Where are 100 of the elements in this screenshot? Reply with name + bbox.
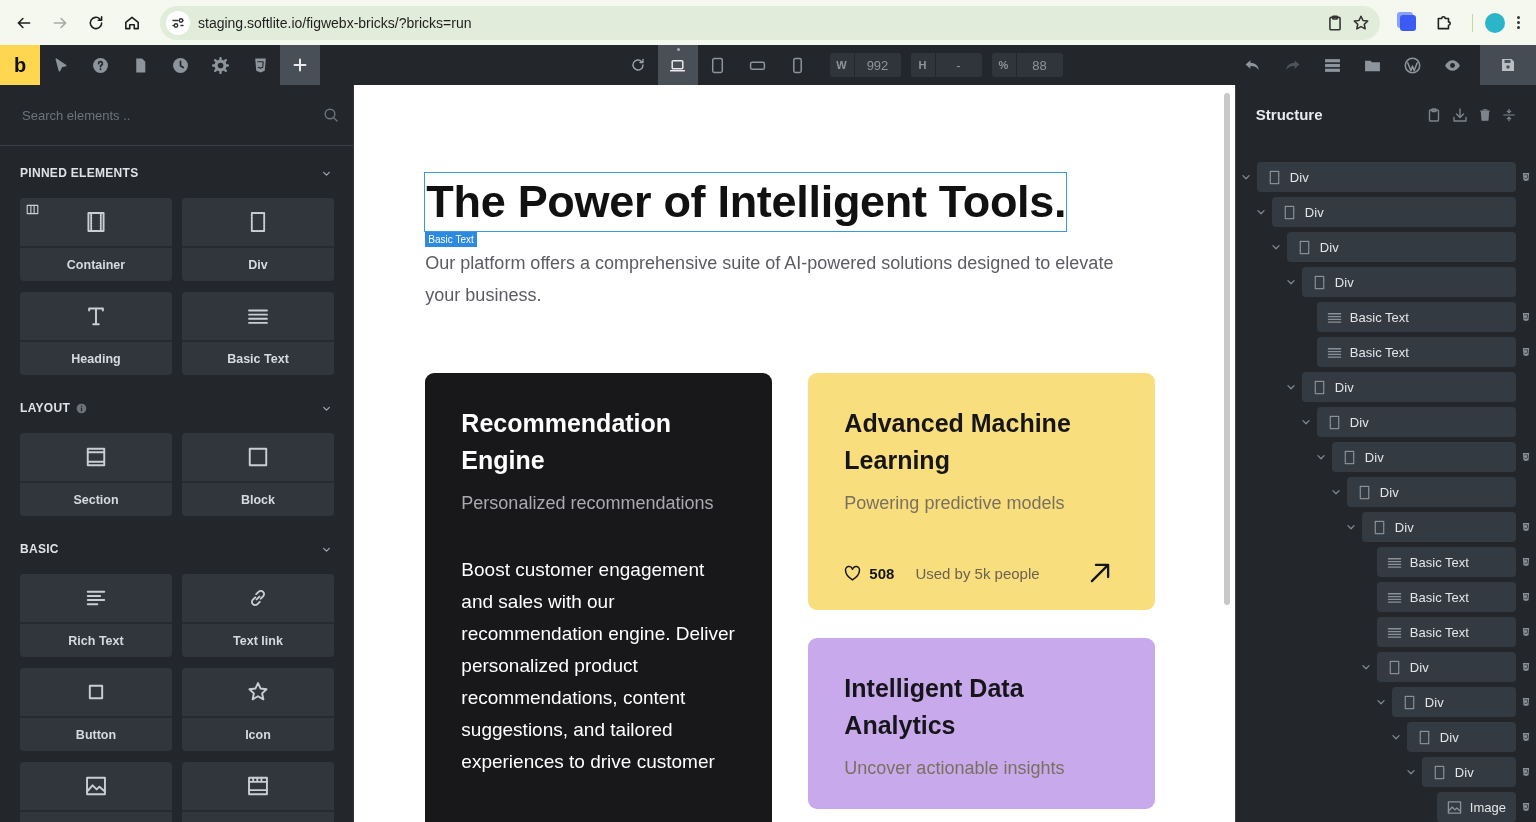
reload-icon xyxy=(87,13,105,32)
element-tile[interactable]: Icon xyxy=(182,668,334,751)
element-tile[interactable]: Section xyxy=(20,433,172,516)
element-tile[interactable]: Container xyxy=(20,198,172,281)
structure-item[interactable]: Basic Text xyxy=(1376,582,1516,612)
shield-icon xyxy=(1521,802,1531,812)
trash-icon xyxy=(1478,107,1492,122)
structure-item[interactable]: Image xyxy=(1436,792,1516,822)
scrollbar[interactable] xyxy=(1223,93,1230,605)
shield-icon xyxy=(1521,522,1531,532)
element-tile[interactable]: Div xyxy=(182,198,334,281)
shield-icon xyxy=(1521,697,1531,707)
structure-item[interactable]: Div xyxy=(1361,512,1516,542)
video-icon xyxy=(247,775,269,797)
structure-item[interactable]: Div xyxy=(1286,232,1516,262)
card-subtitle: Uncover actionable insights xyxy=(844,757,1066,780)
element-tile[interactable]: Text link xyxy=(182,574,334,657)
shield-icon xyxy=(1521,732,1531,742)
plus-tool-button[interactable] xyxy=(280,45,320,85)
structure-item[interactable]: Basic Text xyxy=(1316,337,1516,367)
card-title: Recommendation Engine xyxy=(461,408,673,476)
shield-icon xyxy=(1521,452,1531,462)
heading-icon xyxy=(85,305,107,327)
element-tile[interactable]: Heading xyxy=(20,292,172,375)
logo[interactable]: b xyxy=(0,45,40,85)
structure-item[interactable]: Div xyxy=(1301,267,1516,297)
url-text: staging.softlite.io/figwebx-bricks/?bricks=run xyxy=(198,14,473,31)
size-field[interactable]: % 88 xyxy=(991,53,1063,77)
shield-icon xyxy=(1521,627,1531,637)
collapse-icon xyxy=(1502,107,1516,122)
structure-item[interactable]: Basic Text xyxy=(1316,302,1516,332)
structure-item[interactable]: Div xyxy=(1406,722,1516,752)
image-icon xyxy=(1446,799,1462,815)
structure-item[interactable]: Div xyxy=(1391,687,1516,717)
reload-icon xyxy=(629,57,646,73)
card-subtitle: Personalized recommendations xyxy=(461,492,715,515)
download-icon xyxy=(1452,106,1468,123)
globe-icon xyxy=(1403,56,1421,74)
section-title: PINNED ELEMENTS xyxy=(20,166,139,180)
help-icon xyxy=(91,56,109,74)
structure-item[interactable]: Div xyxy=(1421,757,1516,787)
structure-item[interactable]: Div xyxy=(1331,442,1516,472)
save-button[interactable] xyxy=(1480,45,1536,85)
card-subtitle: Powering predictive models xyxy=(844,492,1066,515)
element-tile[interactable] xyxy=(182,762,334,822)
star-icon xyxy=(247,681,269,703)
structure-item[interactable]: Div xyxy=(1316,407,1516,437)
shield-icon xyxy=(1521,172,1531,182)
plus-icon xyxy=(292,57,308,73)
structure-item[interactable]: Basic Text xyxy=(1376,547,1516,577)
selection-tag: Basic Text xyxy=(425,232,477,247)
shield-icon xyxy=(1521,767,1531,777)
laptop-device-button[interactable] xyxy=(657,45,698,85)
page-heading[interactable]: The Power of Intelligent Tools. xyxy=(425,173,1067,231)
structure-item[interactable]: Basic Text xyxy=(1376,617,1516,647)
card-title: Advanced Machine Learning xyxy=(844,408,1072,476)
element-tile[interactable]: Block xyxy=(182,433,334,516)
panel-title: Structure xyxy=(1255,106,1323,123)
stack-icon xyxy=(1323,56,1341,74)
star-icon xyxy=(1352,13,1370,32)
clipboard-icon xyxy=(1326,13,1344,32)
container-icon xyxy=(85,211,107,233)
element-tile[interactable]: Button xyxy=(20,668,172,751)
info-icon xyxy=(76,402,88,414)
search-icon xyxy=(323,107,340,123)
address-bar[interactable]: staging.softlite.io/figwebx-bricks/?bricks=run xyxy=(160,5,1380,40)
size-field[interactable]: W 992 xyxy=(829,53,901,77)
structure-item[interactable]: Div xyxy=(1271,197,1516,227)
like-count: 508 xyxy=(869,564,895,582)
card-description: Boost customer engagement and sales with our recommendation engine. Deliver personalized product recommendations, content suggestions, and tailored experiences to drive customer xyxy=(461,558,736,774)
shield-icon xyxy=(1521,312,1531,322)
structure-item[interactable]: Div xyxy=(1256,162,1516,192)
size-field[interactable]: H - xyxy=(910,53,982,77)
page-subtitle: Our platform offers a comprehensive suite of AI-powered solutions designed to elevate your business. xyxy=(425,252,1115,307)
section-icon xyxy=(85,446,107,468)
extension-icon[interactable] xyxy=(1400,14,1416,31)
save-icon xyxy=(1500,57,1516,73)
puzzle-icon xyxy=(1435,13,1453,32)
element-tile[interactable]: Basic Text xyxy=(182,292,334,375)
block-icon xyxy=(247,446,269,468)
structure-item[interactable]: Div xyxy=(1301,372,1516,402)
search-field[interactable]: Search elements .. xyxy=(20,106,324,124)
usage-text: Used by 5k people xyxy=(915,564,1040,582)
shield-icon xyxy=(1521,347,1531,357)
settings-icon xyxy=(211,56,229,74)
shield-icon xyxy=(1521,592,1531,602)
element-tile[interactable] xyxy=(20,762,172,822)
section-title: BASIC xyxy=(20,542,59,556)
image-icon xyxy=(85,775,107,797)
structure-item[interactable]: Div xyxy=(1376,652,1516,682)
tablet-icon xyxy=(709,56,726,74)
clock-icon xyxy=(171,56,189,74)
heart-icon xyxy=(844,564,862,582)
columns-icon xyxy=(26,203,39,216)
shield-icon xyxy=(1521,662,1531,672)
clipboard-icon xyxy=(1426,106,1442,123)
section-title: LAYOUT xyxy=(20,401,71,415)
structure-item[interactable]: Div xyxy=(1346,477,1516,507)
element-tile[interactable]: Rich Text xyxy=(20,574,172,657)
card-title: Intelligent Data Analytics xyxy=(844,673,1025,741)
